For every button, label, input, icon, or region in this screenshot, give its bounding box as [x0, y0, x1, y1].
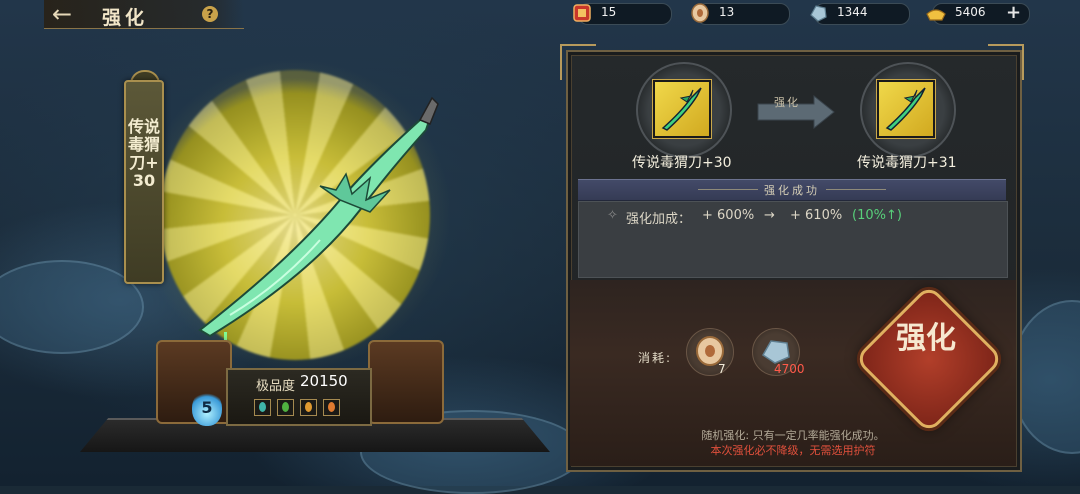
info-note: 随机强化: 只有一定几率能强化成功。: [701, 429, 885, 442]
red-token-icon: [573, 4, 591, 22]
resource-value: 1344: [837, 5, 868, 19]
gem-icon: [305, 402, 312, 412]
pedestal-info-box: [226, 368, 372, 426]
top-bar: ← 强化 ? 15 13 1344 5406 +: [0, 0, 1080, 30]
add-currency-button[interactable]: +: [1006, 4, 1021, 22]
arrow-label: 强化: [774, 96, 800, 109]
panel-corner-ornament: [988, 44, 1024, 80]
stat-arrow: →: [764, 208, 775, 223]
item-current-name: 传说毒猬刀+30: [632, 155, 732, 171]
stat-label: 强化加成：: [626, 212, 692, 227]
pedestal-right-ornament: [368, 340, 444, 424]
page-title: 强化: [102, 7, 149, 29]
stat-delta: (10%↑): [852, 208, 902, 223]
resource-ore: 1344: [810, 3, 910, 25]
result-title: 强化成功: [764, 184, 820, 197]
weapon-name: 传说毒猬刀+30: [127, 117, 160, 190]
item-current[interactable]: [653, 80, 711, 138]
gem-icon: [328, 402, 335, 412]
item-result-name: 传说毒猬刀+31: [857, 155, 957, 171]
coin-icon: [696, 336, 724, 366]
stat-to: + 610%: [790, 208, 843, 223]
cost-item-coin[interactable]: [686, 328, 734, 376]
weapon-image: [198, 96, 439, 338]
weapon-icon: [661, 87, 702, 131]
divider: [826, 189, 886, 190]
resource-red-token: 15: [573, 3, 672, 25]
resource-value: 15: [601, 5, 617, 19]
gem-icon: [282, 402, 289, 412]
grade-label: 极品度: [256, 379, 296, 394]
upgrade-button-label[interactable]: 强化: [878, 322, 974, 356]
gem-slot[interactable]: [323, 399, 340, 416]
resource-value: 13: [719, 5, 735, 19]
coin-icon: [691, 3, 709, 23]
gem-slot[interactable]: [277, 399, 294, 416]
cost-value-ore: 4700: [774, 362, 805, 376]
cost-value-coin: 7: [718, 362, 726, 376]
stat-from: + 600%: [702, 208, 755, 223]
gem-slot[interactable]: [300, 399, 317, 416]
weapon-icon: [885, 87, 926, 131]
item-result[interactable]: [877, 80, 935, 138]
arrow-left-icon[interactable]: ←: [52, 1, 72, 27]
gem-icon: [259, 402, 266, 412]
weapon-level: 5: [201, 398, 213, 417]
resource-coin: 13: [691, 3, 790, 25]
gem-slot[interactable]: [254, 399, 271, 416]
grade-value: 20150: [300, 372, 348, 390]
result-bar: 强化成功: [578, 179, 1006, 201]
weapon-name-banner: 传说毒猬刀+30: [124, 80, 164, 284]
resource-value: 5406: [955, 5, 986, 19]
diamond-bullet-icon: ✧: [607, 208, 618, 223]
help-button[interactable]: ?: [202, 6, 218, 22]
warning-note: 本次强化必不降级，无需选用护符: [710, 444, 876, 457]
cost-label: 消耗:: [638, 351, 673, 365]
ore-icon: [810, 5, 827, 22]
gold-ingot-icon: [926, 9, 946, 21]
panel-corner-ornament: [560, 44, 596, 80]
